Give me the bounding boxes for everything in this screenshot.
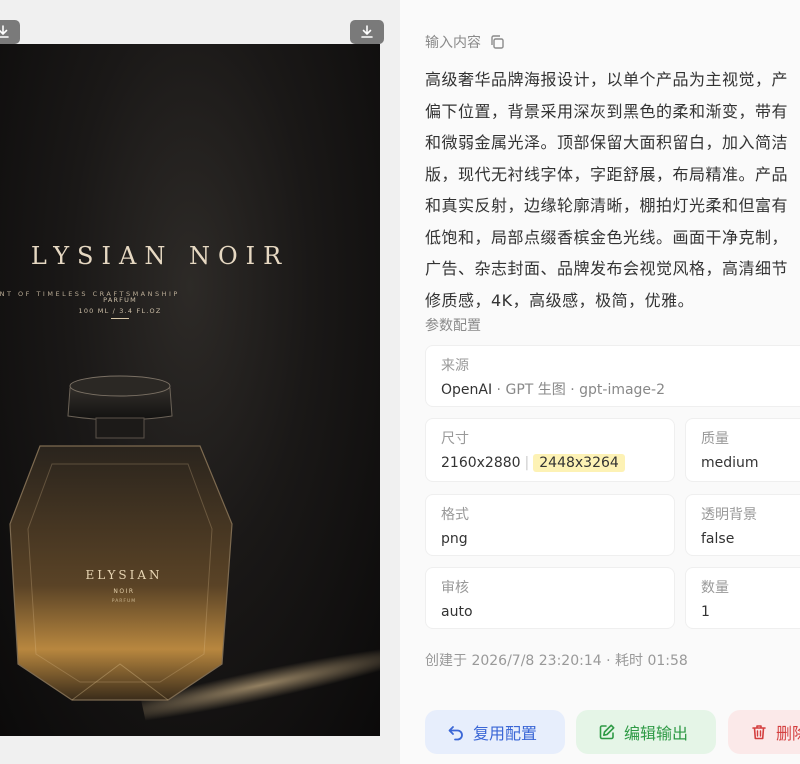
prompt-line: 高级奢华品牌海报设计，以单个产品为主视觉，产: [425, 70, 789, 89]
transparent-label: 透明背景: [701, 507, 757, 523]
reuse-config-button[interactable]: 复用配置: [425, 710, 565, 754]
moderation-label: 审核: [441, 580, 469, 596]
prompt-line: 和真实反射，边缘轮廓清晰，棚拍灯光柔和但富有: [425, 196, 789, 215]
prompt-line: 版，现代无衬线字体，字距舒展，布局精准。产品: [425, 164, 789, 184]
quality-card: 质量 medium: [685, 418, 800, 482]
edit-icon: [599, 724, 615, 740]
format-label: 格式: [441, 507, 469, 523]
source-label: 来源: [441, 358, 469, 374]
moderation-value: auto: [441, 604, 473, 620]
bottle-type-label: PARFUM: [112, 598, 136, 604]
params-label: 参数配置: [425, 318, 481, 334]
image-preview-panel: LYSIAN NOIR CENT OF TIMELESS CRAFTSMANSH…: [0, 0, 400, 764]
source-card: 来源 OpenAI · GPT 生图 · gpt-image-2: [425, 345, 800, 407]
moderation-card: 审核 auto: [425, 567, 675, 629]
copy-icon[interactable]: [489, 34, 505, 50]
format-value: png: [441, 531, 468, 547]
transparent-card: 透明背景 false: [685, 494, 800, 556]
bottle-sub-label: NOIR: [113, 588, 134, 595]
transparent-value: false: [701, 531, 735, 547]
params-header: 参数配置: [425, 315, 481, 335]
download-icon: [0, 25, 9, 38]
count-card: 数量 1: [685, 567, 800, 629]
source-tool: GPT 生图: [505, 382, 566, 398]
download-button-prev[interactable]: [0, 20, 20, 44]
generated-image[interactable]: LYSIAN NOIR CENT OF TIMELESS CRAFTSMANSH…: [0, 44, 380, 736]
created-timestamp: 创建于 2026/7/8 23:20:14 · 耗时 01:58: [425, 653, 688, 669]
prompt-line: 和微弱金属光泽。顶部保留大面积留白，加入简洁: [425, 133, 789, 152]
details-panel: 输入内容 高级奢华品牌海报设计，以单个产品为主视觉，产 偏下位置，背景采用深灰到…: [400, 0, 800, 764]
input-content-label: 输入内容: [425, 35, 481, 51]
source-model: gpt-image-2: [579, 382, 666, 398]
prompt-line: 修质感，4K，高级感，极简，优雅。: [425, 290, 695, 310]
undo-arrow-icon: [448, 726, 463, 741]
poster-volume: 100 ML / 3.4 FL.OZ: [78, 307, 162, 315]
prompt-line: 低饱和，局部点缀香槟金色光线。画面干净克制，: [425, 227, 789, 247]
delete-label: 删除: [776, 724, 800, 743]
count-label: 数量: [701, 580, 729, 596]
size-card: 尺寸 2160x2880 | 2448x3264: [425, 418, 675, 482]
reuse-config-label: 复用配置: [473, 724, 538, 743]
source-provider: OpenAI: [441, 382, 493, 398]
poster-brand-title: LYSIAN NOIR: [30, 242, 290, 270]
size-actual-badge: 2448x3264: [533, 454, 625, 472]
quality-label: 质量: [701, 431, 729, 447]
input-content-header: 输入内容: [425, 32, 505, 52]
poster-divider: [111, 318, 129, 319]
prompt-text: 高级奢华品牌海报设计，以单个产品为主视觉，产 偏下位置，背景采用深灰到黑色的柔和…: [425, 64, 800, 316]
perfume-bottle-illustration: ELYSIAN NOIR PARFUM: [9, 375, 233, 701]
bottle-brand-label: ELYSIAN: [85, 568, 162, 582]
download-icon: [361, 25, 373, 38]
trash-icon: [752, 725, 766, 740]
size-value: 2160x2880 | 2448x3264: [441, 453, 659, 473]
prompt-line: 偏下位置，背景采用深灰到黑色的柔和渐变，带有: [425, 101, 789, 121]
format-card: 格式 png: [425, 494, 675, 556]
source-value: OpenAI · GPT 生图 · gpt-image-2: [441, 382, 666, 398]
edit-output-button[interactable]: 编辑输出: [576, 710, 716, 754]
count-value: 1: [701, 604, 710, 620]
size-requested: 2160x2880: [441, 455, 521, 471]
prompt-line: 广告、杂志封面、品牌发布会视觉风格，高清细节: [425, 259, 789, 278]
download-button[interactable]: [350, 20, 384, 44]
edit-output-label: 编辑输出: [624, 724, 689, 743]
delete-button[interactable]: 删除: [728, 710, 800, 754]
quality-value: medium: [701, 455, 759, 471]
poster-product-type: PARFUM: [103, 296, 137, 304]
size-label: 尺寸: [441, 431, 469, 447]
